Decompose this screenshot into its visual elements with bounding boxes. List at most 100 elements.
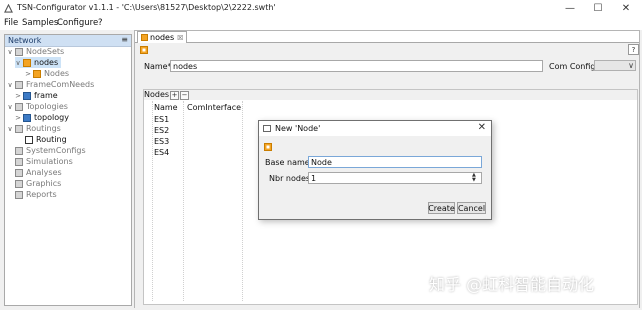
maximize-button[interactable]: ☐ (584, 1, 612, 16)
close-icon[interactable]: ✕ (478, 122, 486, 133)
new-node-dialog: New 'Node' ✕ Base name Node Nbr nodes 1 … (258, 120, 492, 220)
dialog-title: New 'Node' (275, 124, 321, 133)
name-field[interactable]: nodes (170, 60, 543, 72)
tree-item-label: Analyses (26, 168, 62, 177)
expand-toggle-icon[interactable]: ∨ (7, 81, 13, 89)
base-name-field[interactable]: Node (308, 156, 482, 168)
column-divider (152, 101, 153, 301)
name-label: Name* (144, 62, 172, 71)
tree-item-framecomneeds[interactable]: ∨ FrameComNeeds (7, 79, 94, 90)
minimize-button[interactable]: — (556, 1, 584, 16)
nodes-table: Name ComInterface ES1 ES2 ES3 ES4 (152, 101, 243, 301)
nodes-section-label: Nodes (144, 90, 170, 99)
com-config-label: Com Config (549, 62, 596, 71)
tree-item-analyses[interactable]: Analyses (15, 167, 62, 178)
add-node-button[interactable]: + (170, 91, 179, 100)
table-row[interactable]: ES4 (154, 148, 169, 157)
tab-nodes[interactable]: nodes ☒ (137, 31, 188, 43)
tree-item-label: Routing (36, 135, 67, 144)
tree-item-label: SystemConfigs (26, 146, 86, 155)
column-divider (242, 101, 243, 301)
expand-toggle-icon[interactable]: ∨ (7, 125, 13, 133)
table-row[interactable]: ES2 (154, 126, 169, 135)
tree-item-topology[interactable]: > topology (15, 112, 69, 123)
expand-toggle-icon[interactable]: ∨ (7, 48, 13, 56)
nbr-nodes-label: Nbr nodes (269, 174, 311, 183)
expand-toggle-icon[interactable]: ∨ (7, 103, 13, 111)
app-logo-icon (4, 4, 13, 13)
tree-item-label: Topologies (26, 102, 68, 111)
window-title: TSN-Configurator v1.1.1 - 'C:\Users\8152… (17, 3, 276, 12)
orange-node-icon (141, 34, 148, 41)
tree-item-label: Reports (26, 190, 57, 199)
network-panel-title: Network (8, 36, 42, 45)
tree-item-routings[interactable]: ∨ Routings (7, 123, 61, 134)
chevron-down-icon: ∨ (628, 61, 634, 70)
table-row[interactable]: ES1 (154, 115, 169, 124)
menu-help[interactable]: ? (98, 18, 103, 28)
tree-item-graphics[interactable]: Graphics (15, 178, 61, 189)
tree-item-label: nodes (34, 58, 59, 67)
watermark: 知乎 @虹科智能自动化 (429, 271, 594, 295)
tree-item-label: Nodes (44, 69, 70, 78)
tree-item-label: Simulations (26, 157, 73, 166)
spinner-arrows-icon[interactable]: ▲ ▼ (472, 173, 480, 183)
tree-item-label: Routings (26, 124, 61, 133)
folder-icon (15, 190, 23, 199)
tree-item-systemconfigs[interactable]: SystemConfigs (15, 145, 86, 156)
column-divider (183, 101, 184, 301)
folder-icon (15, 80, 23, 89)
tree-item-label: NodeSets (26, 47, 65, 56)
menu-configure[interactable]: Configure (57, 18, 98, 28)
tree-item-label: frame (34, 91, 58, 100)
tree-item-nodes[interactable]: ∨ nodes (15, 57, 62, 68)
expand-toggle-icon[interactable]: ∨ (15, 59, 21, 67)
tree-item-nodesets[interactable]: ∨ NodeSets (7, 46, 64, 57)
folder-icon (15, 146, 23, 155)
expand-toggle-icon[interactable]: > (15, 114, 21, 122)
folder-icon (15, 124, 23, 133)
folder-icon (15, 157, 23, 166)
expand-toggle-icon[interactable]: > (25, 70, 31, 78)
table-row[interactable]: ES3 (154, 137, 169, 146)
help-button[interactable]: ? (628, 44, 639, 55)
base-name-label: Base name (265, 158, 310, 167)
window-icon (263, 125, 271, 132)
tree-item-frame[interactable]: > frame (15, 90, 58, 101)
folder-icon (15, 102, 23, 111)
orange-node-icon (33, 69, 41, 78)
column-header-name[interactable]: Name (154, 103, 178, 112)
tab-close-icon[interactable]: ☒ (177, 34, 183, 42)
tree-item-simulations[interactable]: Simulations (15, 156, 73, 167)
remove-node-button[interactable]: − (180, 91, 189, 100)
cancel-button[interactable]: Cancel (457, 202, 486, 214)
tree-item-reports[interactable]: Reports (15, 189, 57, 200)
dialog-title-bar: New 'Node' ✕ (259, 121, 491, 136)
nbr-nodes-stepper[interactable]: 1 ▲ ▼ (308, 172, 482, 184)
menu-bar: File Samples Configure ? (0, 17, 642, 30)
nbr-nodes-value: 1 (311, 174, 317, 183)
routing-icon (25, 135, 33, 144)
app-window: TSN-Configurator v1.1.1 - 'C:\Users\8152… (0, 0, 642, 310)
panel-menu-icon[interactable]: ≡ (121, 35, 128, 44)
tree-item-nodes-child[interactable]: > Nodes (25, 68, 69, 79)
tree-item-label: Graphics (26, 179, 62, 188)
folder-icon (15, 179, 23, 188)
folder-icon (15, 168, 23, 177)
blue-topology-icon (23, 113, 31, 122)
column-header-cominterface[interactable]: ComInterface (187, 103, 241, 112)
close-window-button[interactable]: ✕ (612, 1, 640, 16)
create-button[interactable]: Create (428, 202, 455, 214)
expand-toggle-icon[interactable]: > (15, 92, 21, 100)
tree-item-topologies[interactable]: ∨ Topologies (7, 101, 68, 112)
menu-file[interactable]: File (4, 18, 18, 28)
blue-frame-icon (23, 91, 31, 100)
tree-item-label: FrameComNeeds (26, 80, 95, 89)
network-panel: Network ≡ ∨ NodeSets ∨ nodes > Nodes ∨ F… (4, 34, 132, 306)
nodes-table-header: Nodes + − (144, 90, 637, 100)
orange-node-icon (23, 58, 31, 67)
orange-node-icon (264, 143, 272, 151)
tree-item-routing[interactable]: Routing (25, 134, 67, 145)
com-config-select[interactable]: ∨ (594, 60, 636, 71)
menu-samples[interactable]: Samples (22, 18, 58, 28)
